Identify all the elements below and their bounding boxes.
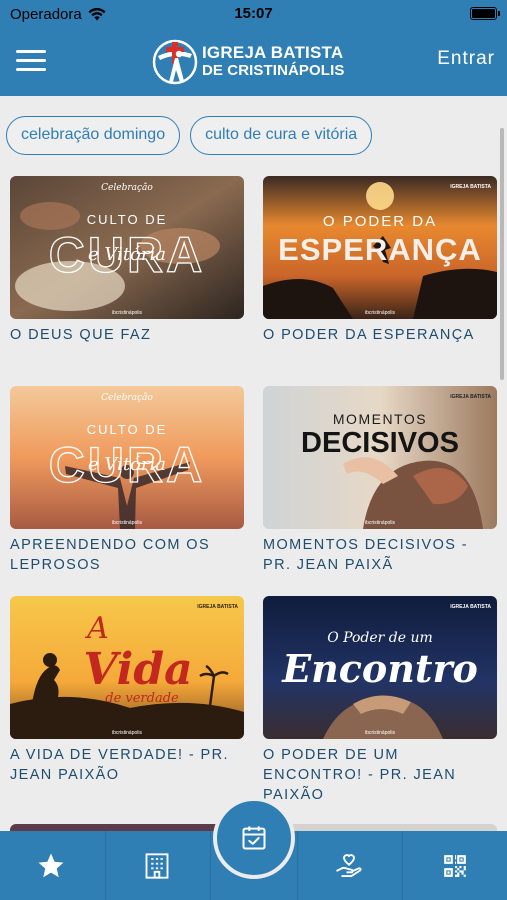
sermon-card-partial[interactable] bbox=[263, 824, 497, 831]
art-line2: ESPERANÇA bbox=[278, 232, 482, 267]
tag-filter-bar: celebração domingo culto de cura e vitór… bbox=[6, 116, 373, 155]
scrollbar[interactable] bbox=[500, 128, 504, 380]
menu-button[interactable] bbox=[16, 50, 46, 72]
battery-icon bbox=[470, 7, 500, 20]
sermon-title: MOMENTOS DECISIVOS - PR. JEAN PAIXÃ bbox=[263, 537, 468, 573]
status-bar: Operadora 15:07 bbox=[0, 0, 507, 28]
church-name-line2: DE CRISTINÁPOLIS bbox=[202, 62, 345, 79]
app-header: IGREJA BATISTA DE CRISTINÁPOLIS Entrar bbox=[0, 28, 507, 96]
art-footer: ibcristinápolis bbox=[365, 520, 396, 526]
art-line1: A bbox=[84, 611, 109, 646]
sermon-title: A VIDA DE VERDADE! - PR. JEAN PAIXÃO bbox=[10, 747, 229, 783]
sermon-card[interactable]: O PODER DA ESPERANÇA IGREJA BATISTA ibcr… bbox=[263, 176, 497, 345]
sermon-thumbnail: CULTO DE CURA e Vitória Celebração ibcri… bbox=[10, 386, 244, 529]
sermon-card[interactable]: MOMENTOS DECISIVOS IGREJA BATISTA ibcris… bbox=[263, 386, 497, 575]
login-button[interactable]: Entrar bbox=[437, 48, 495, 70]
art-line2: Encontro bbox=[281, 646, 478, 691]
sermon-title: O PODER DE UM ENCONTRO! - PR. JEAN PAIXÃ… bbox=[263, 747, 457, 803]
clock: 15:07 bbox=[234, 5, 273, 22]
sermon-thumbnail: MOMENTOS DECISIVOS IGREJA BATISTA ibcris… bbox=[263, 386, 497, 529]
sermon-title: O DEUS QUE FAZ bbox=[10, 327, 152, 343]
nav-divider bbox=[210, 831, 211, 900]
art-top: Celebração bbox=[101, 392, 153, 403]
star-icon bbox=[38, 853, 63, 877]
calendar-check-icon bbox=[242, 826, 266, 850]
building-icon bbox=[145, 852, 168, 879]
art-line1: CULTO DE bbox=[87, 212, 168, 227]
church-logo[interactable]: IGREJA BATISTA DE CRISTINÁPOLIS bbox=[152, 34, 344, 90]
art-brand: IGREJA BATISTA bbox=[450, 394, 491, 400]
church-name-line1: IGREJA BATISTA bbox=[202, 43, 344, 62]
art-line2: Vida bbox=[83, 644, 192, 695]
art-line1: O Poder de um bbox=[327, 630, 433, 646]
sermon-card[interactable]: A Vida de verdade IGREJA BATISTA ibcrist… bbox=[10, 596, 244, 785]
art-footer: ibcristinápolis bbox=[112, 310, 143, 316]
nav-divider bbox=[402, 831, 403, 900]
nav-church[interactable] bbox=[106, 831, 207, 900]
sermon-card[interactable]: CULTO DE CURA e Vitória Celebração ibcri… bbox=[10, 386, 244, 575]
sermon-thumbnail: A Vida de verdade IGREJA BATISTA ibcrist… bbox=[10, 596, 244, 739]
art-footer: ibcristinápolis bbox=[365, 730, 396, 736]
sermon-card[interactable]: O Poder de um Encontro IGREJA BATISTA ib… bbox=[263, 596, 497, 805]
nav-qr[interactable] bbox=[404, 831, 505, 900]
church-name: IGREJA BATISTA DE CRISTINÁPOLIS bbox=[202, 44, 344, 80]
art-line3: de verdade bbox=[105, 691, 179, 706]
art-brand: IGREJA BATISTA bbox=[450, 184, 491, 190]
art-brand: IGREJA BATISTA bbox=[450, 604, 491, 610]
art-footer: ibcristinápolis bbox=[365, 310, 396, 316]
tag-culto-cura-vitoria[interactable]: culto de cura e vitória bbox=[190, 116, 373, 155]
art-line1: CULTO DE bbox=[87, 422, 168, 437]
sermon-thumbnail: O PODER DA ESPERANÇA IGREJA BATISTA ibcr… bbox=[263, 176, 497, 319]
menu-line bbox=[16, 68, 46, 71]
sermon-thumbnail: O Poder de um Encontro IGREJA BATISTA ib… bbox=[263, 596, 497, 739]
art-line2: DECISIVOS bbox=[301, 427, 459, 459]
art-line1: MOMENTOS bbox=[333, 411, 427, 427]
sermon-title: O PODER DA ESPERANÇA bbox=[263, 327, 475, 343]
art-footer: ibcristinápolis bbox=[112, 730, 143, 736]
hand-heart-icon bbox=[335, 853, 362, 877]
menu-line bbox=[16, 50, 46, 53]
sermon-card-partial[interactable] bbox=[10, 824, 244, 831]
sermon-card[interactable]: CULTO DE CURA e Vitória Celebração ibcri… bbox=[10, 176, 244, 345]
qr-code-icon bbox=[443, 854, 466, 877]
sermon-thumbnail: CULTO DE CURA e Vitória Celebração ibcri… bbox=[10, 176, 244, 319]
art-line3: e Vitória bbox=[88, 454, 166, 475]
app-root: Operadora 15:07 IGREJA BATISTA DE CRISTI… bbox=[0, 0, 507, 900]
art-line3: e Vitória bbox=[88, 244, 166, 265]
nav-favorites[interactable] bbox=[0, 831, 101, 900]
menu-line bbox=[16, 59, 46, 62]
art-top: Celebração bbox=[101, 182, 153, 193]
tag-celebracao-domingo[interactable]: celebração domingo bbox=[6, 116, 181, 155]
art-brand: IGREJA BATISTA bbox=[197, 604, 238, 610]
art-footer: ibcristinápolis bbox=[112, 520, 143, 526]
nav-calendar[interactable] bbox=[213, 797, 295, 879]
sermon-title: APREENDENDO COM OS LEPROSOS bbox=[10, 537, 211, 573]
nav-donate[interactable] bbox=[298, 831, 399, 900]
art-line1: O PODER DA bbox=[323, 213, 437, 230]
church-emblem-icon bbox=[152, 39, 198, 85]
